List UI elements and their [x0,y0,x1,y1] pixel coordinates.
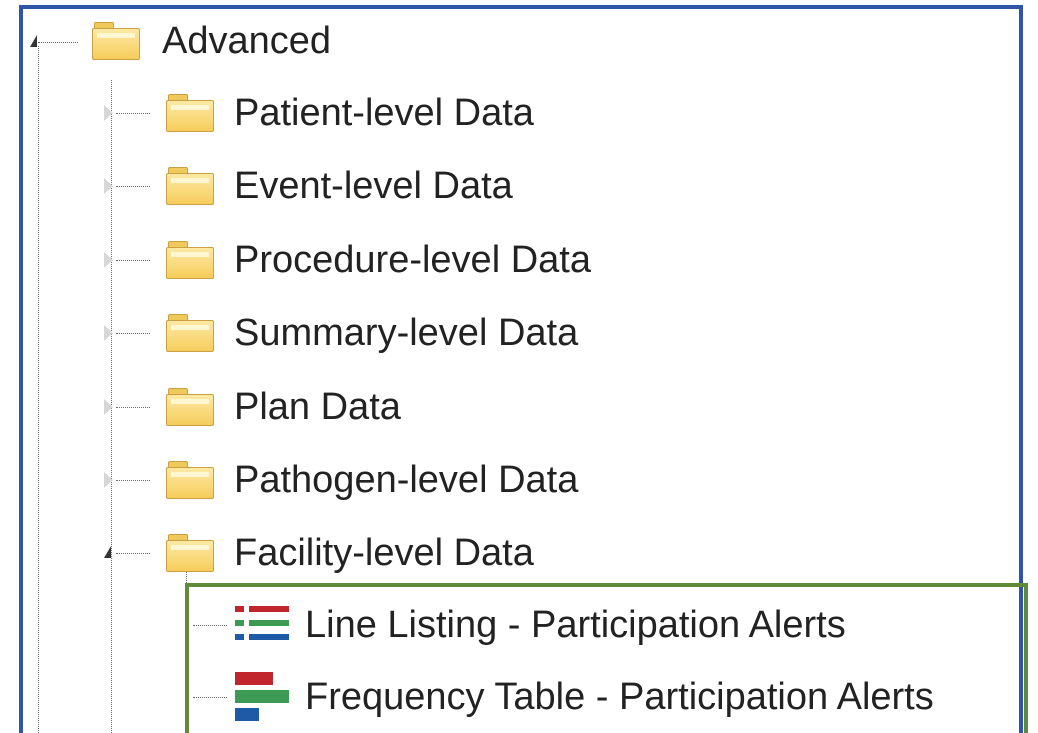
tree-guide-line-root [38,46,39,733]
expand-arrow-icon[interactable] [104,546,111,558]
report-item-label: Line Listing - Participation Alerts [305,604,846,646]
tree-node-label: Advanced [162,20,332,62]
tree-node-label: Plan Data [234,386,401,428]
tree-connector [116,113,150,114]
tree-node-label: Pathogen-level Data [234,459,579,501]
collapsed-arrow-icon[interactable] [104,472,113,488]
tree-node-label: Summary-level Data [234,312,579,354]
tree-node-label: Event-level Data [234,165,513,207]
collapsed-arrow-icon[interactable] [104,399,113,415]
line-listing-icon [233,604,291,646]
expand-arrow-icon[interactable] [30,35,37,47]
tree-node-patient-level-data[interactable]: Patient-level Data [100,84,600,142]
folder-icon [166,94,214,132]
folder-icon [166,534,214,572]
tree-node-label: Procedure-level Data [234,239,591,281]
tree-node-pathogen-level-data[interactable]: Pathogen-level Data [100,451,640,509]
tree-connector [193,697,227,698]
tree-connector [116,333,150,334]
facility-reports-highlight: Line Listing - Participation Alerts Freq… [185,583,1028,733]
folder-icon [92,22,140,60]
tree-node-label: Patient-level Data [234,92,534,134]
folder-icon [166,388,214,426]
folder-icon [166,314,214,352]
tree-connector [116,186,150,187]
folder-icon [166,461,214,499]
tree-node-procedure-level-data[interactable]: Procedure-level Data [100,231,660,289]
tree-node-facility-level-data[interactable]: Facility-level Data [100,524,600,582]
folder-icon [166,241,214,279]
tree-connector [116,480,150,481]
collapsed-arrow-icon[interactable] [104,325,113,341]
tree-connector [116,260,150,261]
tree-node-event-level-data[interactable]: Event-level Data [100,157,600,215]
tree-node-plan-data[interactable]: Plan Data [100,378,440,436]
report-item-label: Frequency Table - Participation Alerts [305,676,934,718]
tree-node-label: Facility-level Data [234,532,534,574]
tree-connector [116,407,150,408]
collapsed-arrow-icon[interactable] [104,178,113,194]
collapsed-arrow-icon[interactable] [104,105,113,121]
report-item-line-listing[interactable]: Line Listing - Participation Alerts [189,596,1024,654]
tree-node-summary-level-data[interactable]: Summary-level Data [100,304,640,362]
report-item-frequency-table[interactable]: Frequency Table - Participation Alerts [189,668,1024,726]
frequency-table-icon [233,670,291,724]
folder-icon [166,167,214,205]
collapsed-arrow-icon[interactable] [104,252,113,268]
tree-connector [193,625,227,626]
tree-node-advanced[interactable]: Advanced [26,12,366,70]
tree-connector [116,553,150,554]
